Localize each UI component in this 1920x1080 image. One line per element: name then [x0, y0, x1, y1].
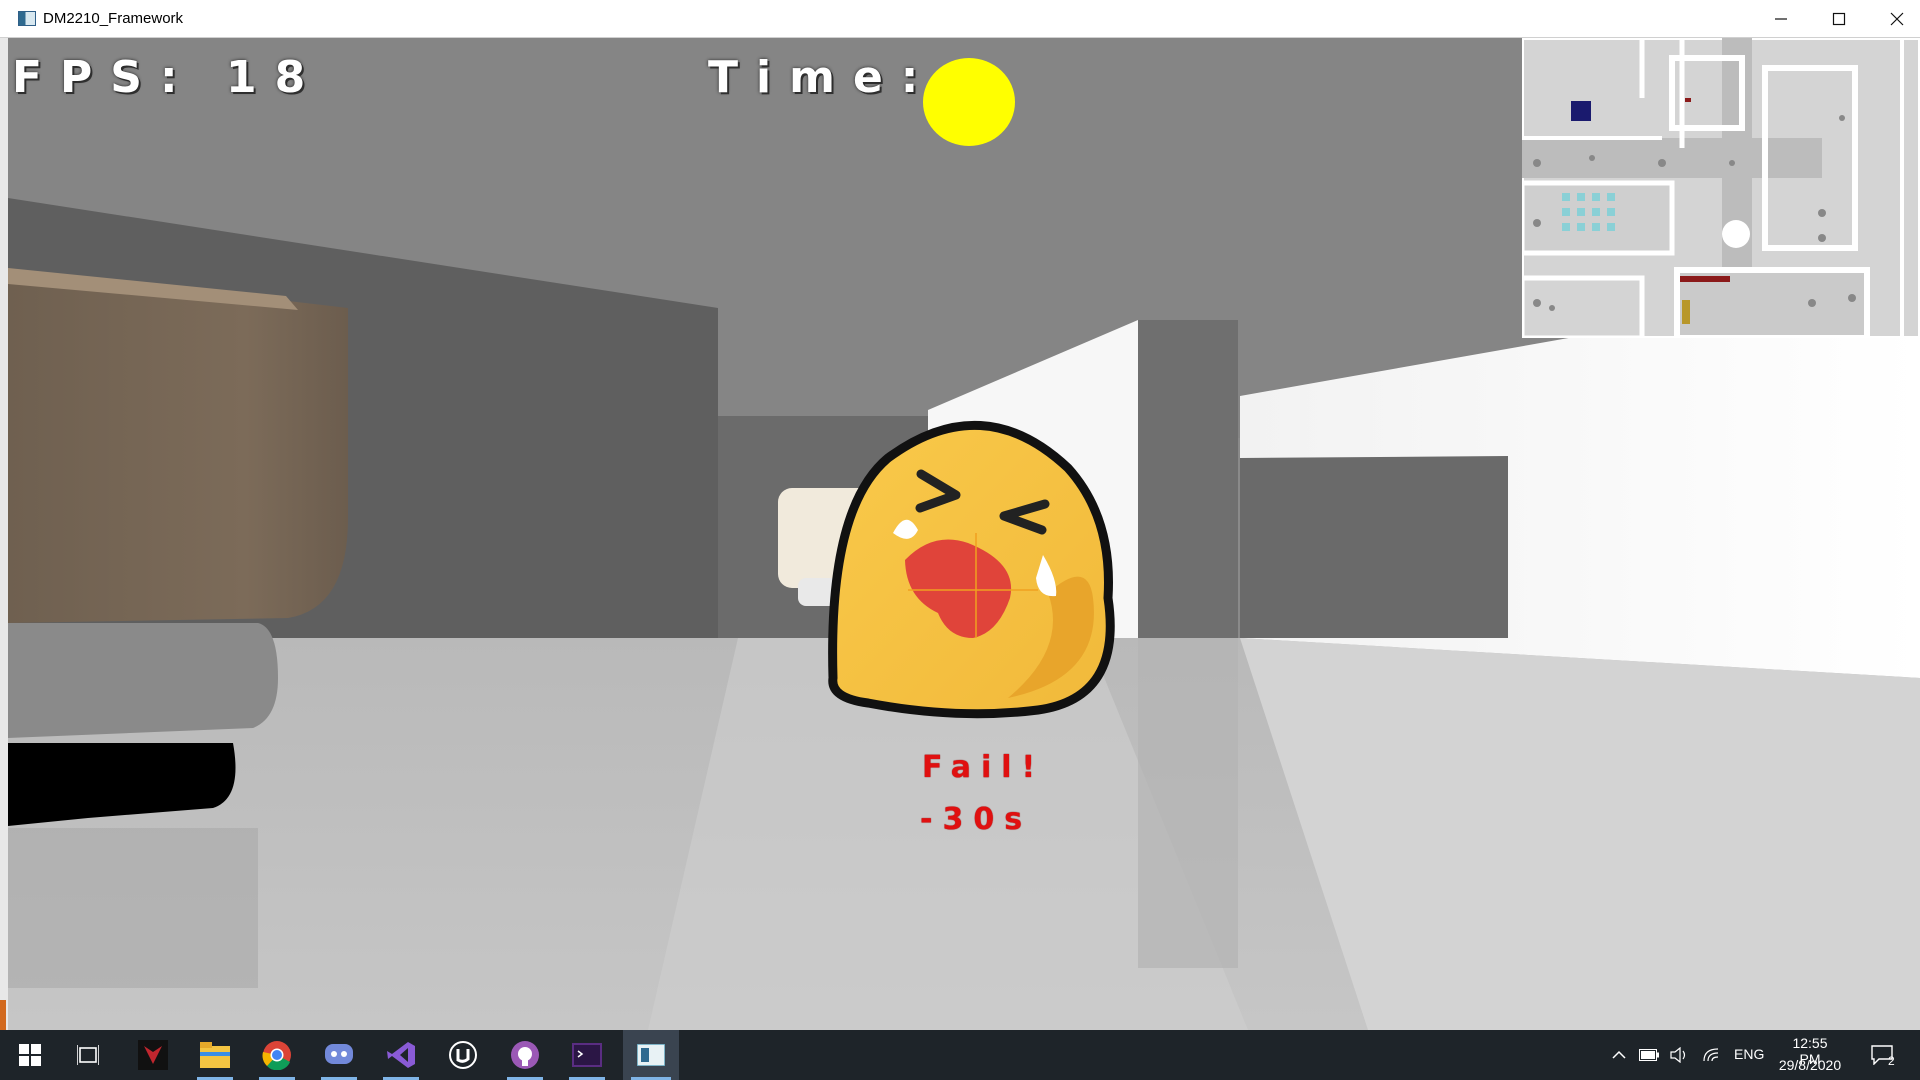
show-hidden-icons-button[interactable]: [1606, 1030, 1632, 1080]
minimap-door: [1685, 98, 1691, 102]
minimize-button[interactable]: [1752, 0, 1810, 38]
close-icon: [1890, 12, 1904, 26]
taskbar-predator-sense[interactable]: [127, 1030, 179, 1080]
minimap-door: [1682, 300, 1690, 324]
minimap-corridor: [1522, 138, 1822, 178]
game-viewport[interactable]: FPS: 18 Time: Fail! -30s: [8, 38, 1920, 1030]
notification-count-badge: 2: [1888, 1054, 1895, 1068]
time-penalty: -30s: [920, 802, 1033, 837]
maximize-icon: [1832, 12, 1846, 26]
window-title-bar[interactable]: DM2210_Framework: [0, 0, 1920, 38]
network-button[interactable]: [1698, 1030, 1724, 1080]
taskbar-chrome[interactable]: [251, 1030, 303, 1080]
minimap-objective: [1722, 220, 1750, 248]
crate-base: [8, 623, 278, 738]
edge-marker: [0, 1000, 6, 1030]
visual-studio-icon: [387, 1042, 415, 1068]
action-center-button[interactable]: 2: [1862, 1030, 1902, 1080]
maximize-button[interactable]: [1810, 0, 1868, 38]
taskbar-terminal[interactable]: [561, 1030, 613, 1080]
github-desktop-icon: [511, 1041, 539, 1069]
discord-icon: [325, 1044, 353, 1064]
volume-button[interactable]: [1666, 1030, 1692, 1080]
wifi-icon: [1703, 1048, 1719, 1062]
unreal-engine-icon: [449, 1041, 477, 1069]
level-minimap: [1522, 38, 1920, 338]
minimap-drawing: [1522, 38, 1920, 338]
fps-label: FPS:: [12, 52, 196, 103]
taskbar-visual-studio[interactable]: [375, 1030, 427, 1080]
fps-value: 18: [226, 52, 324, 103]
start-icon: [19, 1044, 41, 1066]
chevron-up-icon: [1612, 1050, 1626, 1059]
window-left-edge: [0, 38, 8, 1030]
taskbar-unreal-engine[interactable]: [437, 1030, 489, 1080]
volume-icon: [1670, 1047, 1686, 1063]
windows-taskbar: ENG 12:55 PM 29/8/2020 2: [0, 1030, 1920, 1080]
dm2210-framework-icon: [637, 1044, 665, 1066]
app-window-icon: [18, 11, 36, 26]
crate-top: [8, 268, 348, 623]
minimap-door: [1680, 276, 1730, 282]
task-view-button[interactable]: [62, 1030, 114, 1080]
predator-sense-icon: [138, 1040, 168, 1070]
crying-face-emoji: [828, 420, 1115, 719]
battery-button[interactable]: [1636, 1030, 1662, 1080]
battery-icon: [1639, 1049, 1659, 1061]
pillar-reflection: [1138, 638, 1238, 968]
file-explorer-icon: [200, 1042, 230, 1068]
time-label: Time:: [708, 52, 937, 103]
minimap-player-marker: [1571, 101, 1591, 121]
crate-reflection: [8, 828, 258, 988]
start-button[interactable]: [4, 1030, 56, 1080]
taskbar-file-explorer[interactable]: [189, 1030, 241, 1080]
taskbar-discord[interactable]: [313, 1030, 365, 1080]
fail-message: Fail!: [922, 750, 1046, 785]
window-title: DM2210_Framework: [43, 10, 184, 27]
timer-indicator: [923, 58, 1015, 146]
taskbar-dm2210-framework[interactable]: [623, 1030, 679, 1080]
input-language[interactable]: ENG: [1734, 1046, 1764, 1062]
pillar-side: [1138, 320, 1238, 638]
close-button[interactable]: [1868, 0, 1920, 38]
minimize-icon: [1775, 18, 1787, 20]
task-view-icon: [77, 1045, 99, 1065]
right-wall-shadow: [1240, 456, 1508, 638]
chrome-icon: [262, 1041, 291, 1070]
clock-date[interactable]: 29/8/2020: [1776, 1057, 1844, 1073]
terminal-icon: [572, 1043, 602, 1067]
taskbar-github-desktop[interactable]: [499, 1030, 551, 1080]
